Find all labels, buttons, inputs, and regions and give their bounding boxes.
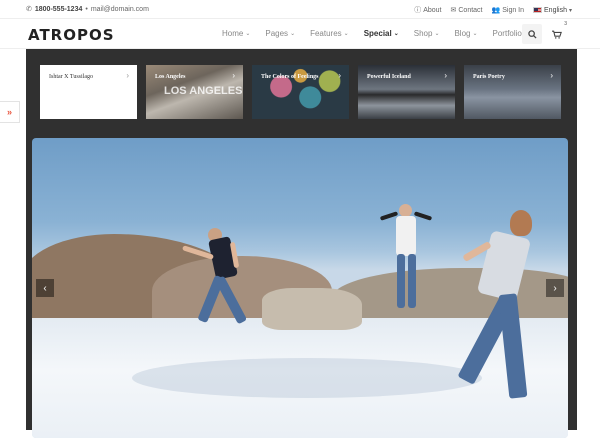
nav-label: Shop (413, 29, 433, 38)
slider-thumbnails: Ishtar X Tussilago › LOS ANGELES Los Ang… (40, 65, 561, 119)
person-figure (432, 208, 542, 418)
about-label: About (423, 6, 442, 14)
signin-label: Sign In (502, 6, 525, 14)
nav-item-special[interactable]: Special ⌄ (364, 29, 399, 38)
slider-section: Ishtar X Tussilago › LOS ANGELES Los Ang… (26, 49, 577, 438)
slider-next-button[interactable]: › (546, 279, 564, 297)
chevron-down-icon: ⌄ (434, 31, 440, 37)
slide-thumb[interactable]: Powerful Iceland › (358, 65, 455, 119)
slide-thumb[interactable]: LOS ANGELES Los Angeles › (146, 65, 243, 119)
about-link[interactable]: ⓘ About (414, 5, 441, 15)
chevron-down-icon: ▾ (568, 7, 572, 14)
side-panel-toggle[interactable]: » (0, 101, 20, 123)
contact-info: ✆ 1800-555-1234 • mail@domain.com (26, 5, 149, 14)
site-logo[interactable]: ATROPOS (28, 26, 115, 44)
nav-item-shop[interactable]: Shop ⌄ (414, 29, 440, 38)
contact-label: Contact (458, 6, 483, 14)
separator: • (85, 5, 88, 13)
mail-icon: ✉ (450, 7, 457, 14)
chevron-right-icon: › (126, 71, 129, 80)
phone-number[interactable]: 1800-555-1234 (35, 6, 83, 13)
chevron-right-icon: › (553, 282, 557, 294)
email-address[interactable]: mail@domain.com (91, 6, 149, 13)
hero-slide-image: ‹ › (32, 138, 568, 438)
nav-label: Blog (454, 29, 471, 38)
nav-item-blog[interactable]: Blog ⌄ (454, 29, 477, 38)
slide-thumb-title: Powerful Iceland (367, 74, 411, 80)
rock-shape (262, 288, 362, 330)
slide-thumb-title: The Colors of Feelings (261, 74, 319, 80)
chevron-right-icon: › (550, 71, 553, 80)
main-nav: Home ⌄ Pages ⌄ Features ⌄ Special ⌄ Shop ⌄ Bl… (222, 29, 529, 38)
slide-thumb-title: Paris Poetry (473, 74, 505, 80)
chevron-down-icon: ⌄ (393, 31, 399, 37)
search-button[interactable] (522, 24, 542, 44)
nav-item-pages[interactable]: Pages ⌄ (265, 29, 295, 38)
slide-thumb-title: Ishtar X Tussilago (49, 74, 94, 80)
contact-link[interactable]: ✉ Contact (450, 6, 483, 15)
cart-button[interactable]: 3 (547, 21, 567, 44)
slide-thumb-title: Los Angeles (155, 74, 186, 80)
person-figure (182, 220, 272, 340)
chevron-down-icon: ⌄ (245, 31, 251, 37)
slide-thumb[interactable]: Ishtar X Tussilago › (40, 65, 137, 119)
chevron-right-icon: › (338, 71, 341, 80)
main-header: ATROPOS Home ⌄ Pages ⌄ Features ⌄ Special ⌄ … (0, 19, 600, 49)
us-flag-icon (533, 7, 543, 13)
language-label: English (544, 6, 567, 14)
chevron-right-icon: › (232, 71, 235, 80)
slide-thumb[interactable]: Paris Poetry › (464, 65, 561, 119)
signin-link[interactable]: 👥 Sign In (491, 6, 525, 15)
nav-item-home[interactable]: Home ⌄ (222, 29, 250, 38)
person-figure (377, 202, 437, 317)
cart-icon (552, 30, 562, 39)
phone-icon: ✆ (26, 6, 32, 13)
thumb-overlay-text: LOS ANGELES (164, 85, 243, 97)
chevron-left-icon: ‹ (43, 282, 47, 294)
users-icon: 👥 (491, 7, 501, 14)
chevron-down-icon: ⌄ (343, 31, 349, 37)
cart-count-badge: 3 (564, 21, 567, 27)
info-icon: ⓘ (414, 7, 422, 14)
double-chevron-right-icon: » (6, 107, 12, 117)
slide-thumb[interactable]: The Colors of Feelings › (252, 65, 349, 119)
top-links: ⓘ About ✉ Contact 👥 Sign In English ▾ (414, 5, 572, 15)
chevron-down-icon: ⌄ (290, 31, 296, 37)
slider-prev-button[interactable]: ‹ (36, 279, 54, 297)
top-bar: ✆ 1800-555-1234 • mail@domain.com ⓘ About… (0, 0, 600, 19)
nav-item-features[interactable]: Features ⌄ (310, 29, 349, 38)
search-icon (527, 29, 537, 39)
language-select[interactable]: English ▾ (533, 7, 572, 14)
ground-shadow (132, 358, 482, 398)
nav-label: Special (363, 29, 392, 38)
nav-label: Home (222, 29, 244, 38)
nav-label: Portfolio (492, 29, 522, 38)
chevron-down-icon: ⌄ (472, 31, 478, 37)
nav-label: Features (310, 29, 342, 38)
chevron-right-icon: › (444, 71, 447, 80)
nav-label: Pages (265, 29, 289, 38)
